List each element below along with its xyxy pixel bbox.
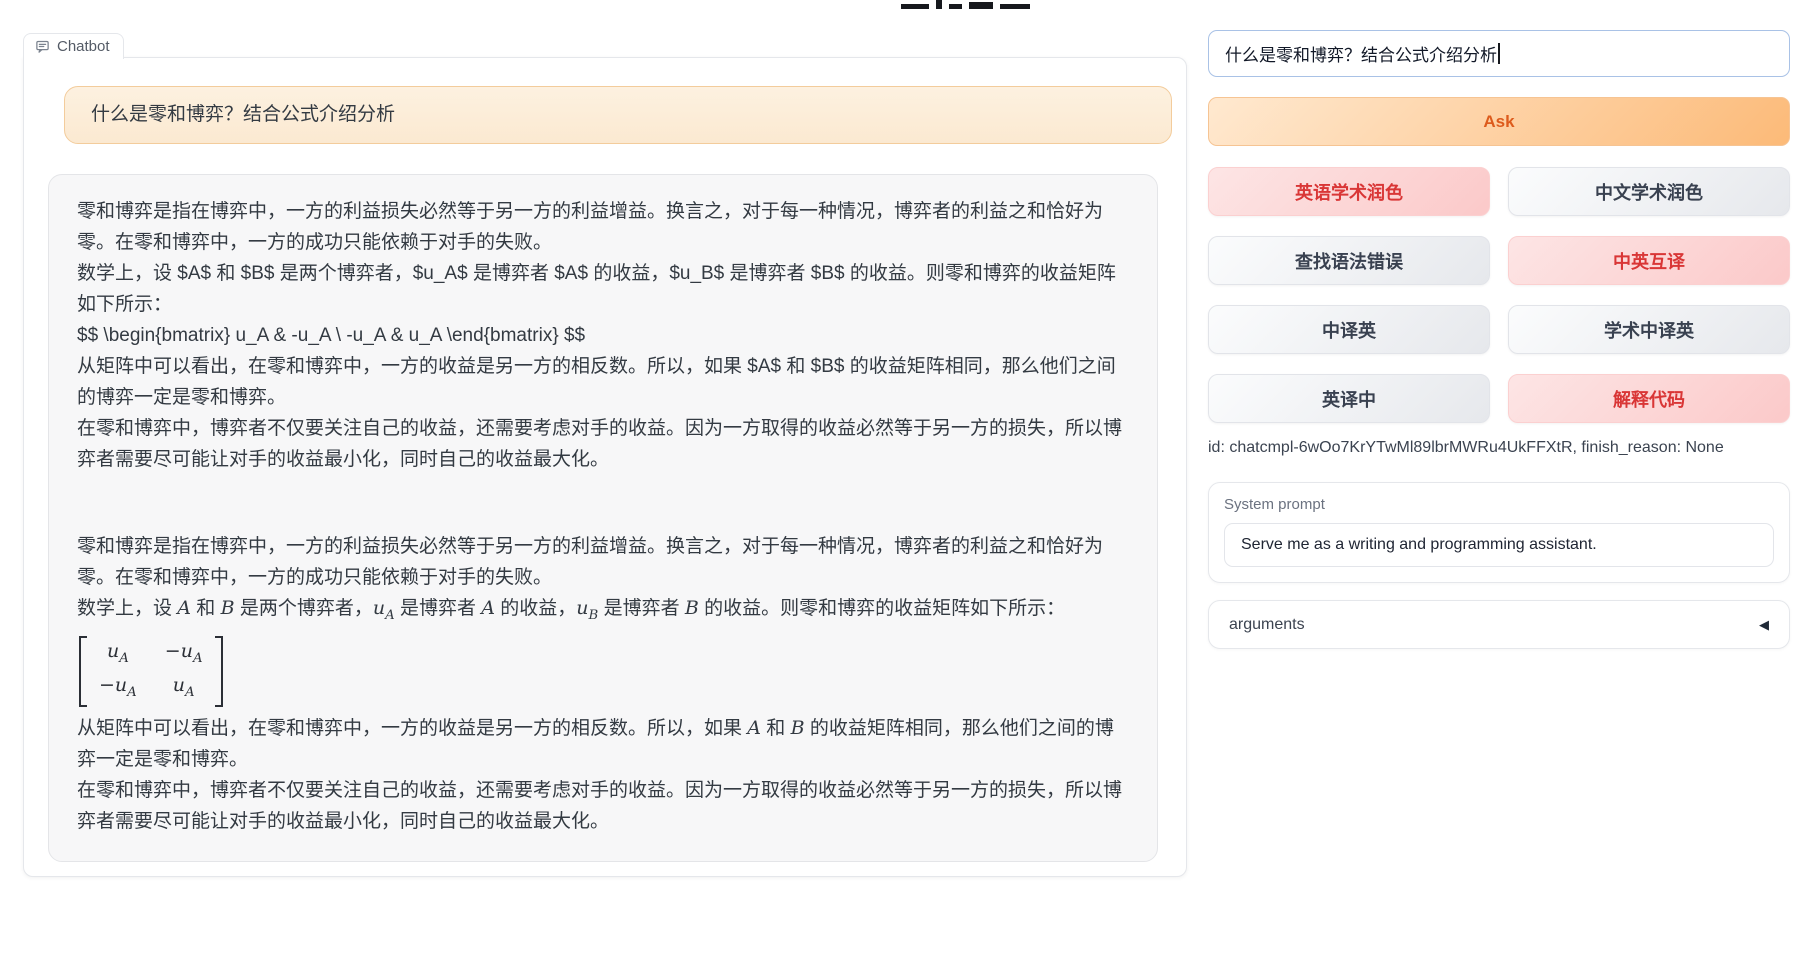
- bot-rendered-math-line: 数学上，设 A 和 B 是两个博弈者，uA 是博弈者 A 的收益，uB 是博弈者…: [77, 593, 1129, 631]
- english-academic-polishing-button[interactable]: 英语学术润色: [1208, 167, 1490, 216]
- matrix-right-bracket: [215, 636, 223, 708]
- matrix-cell: −uA: [165, 638, 203, 672]
- system-prompt-panel: System prompt Serve me as a writing and …: [1208, 482, 1790, 583]
- bot-raw-line: 零和博弈是指在博弈中，一方的利益损失必然等于另一方的利益增益。换言之，对于每一种…: [77, 196, 1129, 258]
- bot-raw-line: 在零和博弈中，博弈者不仅要关注自己的收益，还需要考虑对手的收益。因为一方取得的收…: [77, 413, 1129, 475]
- accordion-collapse-icon: ◀: [1759, 617, 1769, 633]
- paragraph-gap: [77, 475, 1129, 531]
- bot-raw-latex-line: $$ \begin{bmatrix} u_A & -u_A \ -u_A & u…: [77, 320, 1129, 351]
- chatbot-panel: Chatbot 什么是零和博弈？结合公式介绍分析 零和博弈是指在博弈中，一方的利…: [23, 57, 1187, 877]
- arguments-accordion[interactable]: arguments ◀: [1208, 600, 1790, 649]
- chat-bubble-icon: [35, 39, 50, 54]
- bot-rendered-line: 在零和博弈中，博弈者不仅要关注自己的收益，还需要考虑对手的收益。因为一方取得的收…: [77, 775, 1129, 837]
- bot-message-bubble: 零和博弈是指在博弈中，一方的利益损失必然等于另一方的利益增益。换言之，对于每一种…: [48, 174, 1158, 862]
- bot-rendered-line: 从矩阵中可以看出，在零和博弈中，一方的收益是另一方的相反数。所以，如果 A 和 …: [77, 713, 1129, 775]
- system-prompt-input[interactable]: Serve me as a writing and programming as…: [1224, 523, 1774, 567]
- ask-button[interactable]: Ask: [1208, 97, 1790, 146]
- clipped-page-title: [901, 0, 1031, 9]
- matrix-cells: uA−uA−uAuA: [87, 636, 215, 708]
- chinese-to-english-button[interactable]: 中译英: [1208, 305, 1490, 354]
- status-line: id: chatcmpl-6wOo7KrYTwMl89lbrMWRu4UkFFX…: [1208, 439, 1790, 457]
- find-grammar-errors-button[interactable]: 查找语法错误: [1208, 236, 1490, 285]
- payoff-matrix: uA−uA−uAuA: [77, 631, 1129, 714]
- explain-code-button[interactable]: 解释代码: [1508, 374, 1790, 423]
- composer-column: 什么是零和博弈？结合公式介绍分析 Ask 英语学术润色中文学术润色查找语法错误中…: [1208, 30, 1790, 649]
- bot-rendered-line: 零和博弈是指在博弈中，一方的利益损失必然等于另一方的利益增益。换言之，对于每一种…: [77, 531, 1129, 593]
- english-to-chinese-button[interactable]: 英译中: [1208, 374, 1490, 423]
- chatbot-panel-label: Chatbot: [23, 33, 124, 59]
- user-message-text: 什么是零和博弈？结合公式介绍分析: [91, 104, 395, 125]
- system-prompt-label: System prompt: [1224, 496, 1774, 513]
- question-input[interactable]: 什么是零和博弈？结合公式介绍分析: [1208, 30, 1790, 77]
- question-input-value: 什么是零和博弈？结合公式介绍分析: [1225, 41, 1497, 66]
- arguments-accordion-label: arguments: [1229, 616, 1305, 634]
- bot-raw-line: 数学上，设 $A$ 和 $B$ 是两个博弈者，$u_A$ 是博弈者 $A$ 的收…: [77, 258, 1129, 320]
- matrix-cell: −uA: [99, 672, 137, 706]
- user-message-bubble: 什么是零和博弈？结合公式介绍分析: [64, 86, 1172, 144]
- chinese-academic-polishing-button[interactable]: 中文学术润色: [1508, 167, 1790, 216]
- bot-raw-line: 从矩阵中可以看出，在零和博弈中，一方的收益是另一方的相反数。所以，如果 $A$ …: [77, 351, 1129, 413]
- academic-chinese-to-english-button[interactable]: 学术中译英: [1508, 305, 1790, 354]
- chinese-english-mutual-translation-button[interactable]: 中英互译: [1508, 236, 1790, 285]
- action-buttons-grid: 英语学术润色中文学术润色查找语法错误中英互译中译英学术中译英英译中解释代码: [1208, 167, 1790, 423]
- text-caret: [1498, 43, 1500, 64]
- matrix-cell: uA: [165, 672, 203, 706]
- chatbot-panel-label-text: Chatbot: [57, 38, 110, 55]
- matrix-cell: uA: [99, 638, 137, 672]
- matrix-left-bracket: [79, 636, 87, 708]
